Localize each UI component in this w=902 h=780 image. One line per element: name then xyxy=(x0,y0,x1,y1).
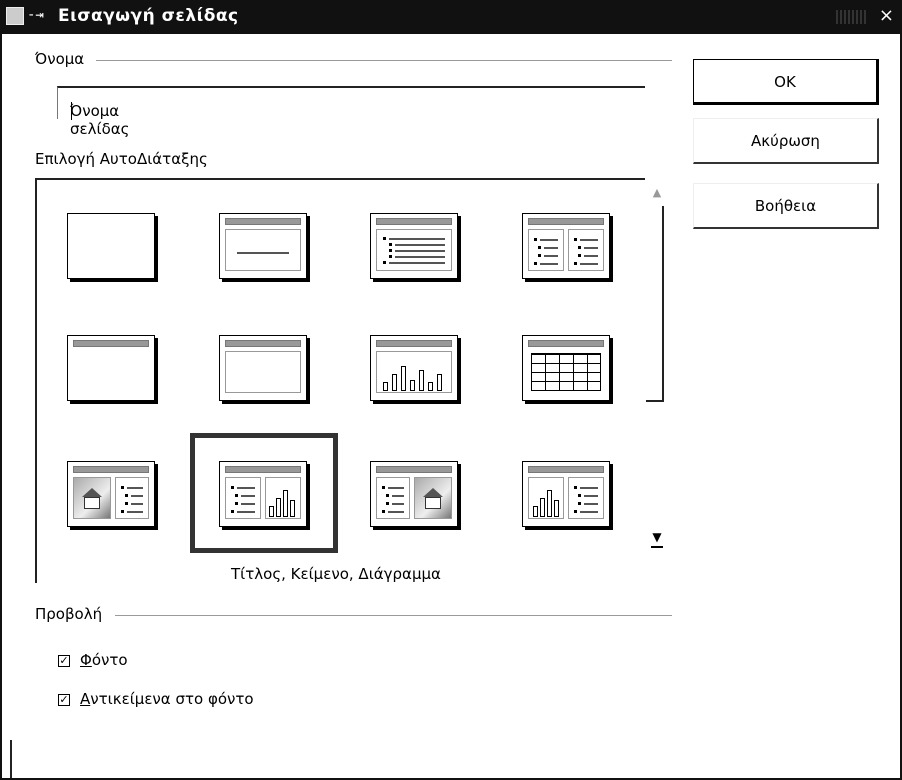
view-section-label: Προβολή xyxy=(35,605,103,623)
objects-on-background-checkbox[interactable]: ✓ xyxy=(58,694,70,706)
layout-title-chart-text[interactable] xyxy=(522,461,610,527)
layout-title-chart[interactable] xyxy=(370,335,458,401)
layout-title-only[interactable] xyxy=(67,335,155,401)
layout-title-table[interactable] xyxy=(522,335,610,401)
objects-on-background-checkbox-label[interactable]: Αντικείμενα στο φόντο xyxy=(80,690,254,708)
background-checkbox[interactable]: ✓ xyxy=(58,655,70,667)
name-section-divider xyxy=(96,60,672,61)
page-name-input[interactable]: Όνομα σελίδας xyxy=(57,86,645,138)
background-checkbox-label[interactable]: Φόντο xyxy=(80,651,128,669)
scroll-down-icon[interactable]: ▼ xyxy=(648,530,666,548)
layout-title-text-clipart[interactable] xyxy=(370,461,458,527)
objects-accesskey: Α xyxy=(80,690,91,708)
help-button[interactable]: Βοήθεια xyxy=(693,183,879,229)
layout-title-slide[interactable] xyxy=(219,213,307,279)
layout-title-clipart-text[interactable] xyxy=(67,461,155,527)
scrollbar-thumb[interactable] xyxy=(662,206,664,402)
scroll-down-glyph: ▼ xyxy=(652,530,662,544)
ok-button[interactable]: OK xyxy=(693,59,879,105)
view-section-divider xyxy=(115,615,672,616)
scrollbar-thumb-end xyxy=(646,400,664,402)
text-caret xyxy=(71,102,72,120)
left-edge-line xyxy=(10,740,12,778)
objects-label-rest: ντικείμενα στο φόντο xyxy=(90,690,254,708)
close-icon[interactable]: × xyxy=(879,5,894,26)
layout-title-text-chart[interactable] xyxy=(219,461,307,527)
layout-title-two-text[interactable] xyxy=(522,213,610,279)
layout-title-text[interactable] xyxy=(370,213,458,279)
autolayout-label: Επιλογή ΑυτοΔιάταξης xyxy=(35,150,208,168)
selected-layout-caption: Τίτλος, Κείμενο, Διάγραμμα xyxy=(231,565,441,583)
window-title: Εισαγωγή σελίδας xyxy=(58,6,239,26)
app-icon[interactable] xyxy=(6,7,24,25)
titlebar-grip xyxy=(836,10,866,24)
background-label-rest: όντο xyxy=(91,651,128,669)
page-name-value: Όνομα σελίδας xyxy=(70,102,130,138)
name-section-label: Όνομα xyxy=(35,50,85,68)
layout-blank[interactable] xyxy=(67,213,155,279)
background-accesskey: Φ xyxy=(80,651,92,669)
pin-icon[interactable]: -⇥ xyxy=(27,7,44,23)
cancel-button[interactable]: Ακύρωση xyxy=(693,118,879,164)
layout-title-content[interactable] xyxy=(219,335,307,401)
scroll-up-icon[interactable]: ▲ xyxy=(649,186,665,206)
title-bar[interactable]: -⇥ Εισαγωγή σελίδας × xyxy=(0,0,902,34)
